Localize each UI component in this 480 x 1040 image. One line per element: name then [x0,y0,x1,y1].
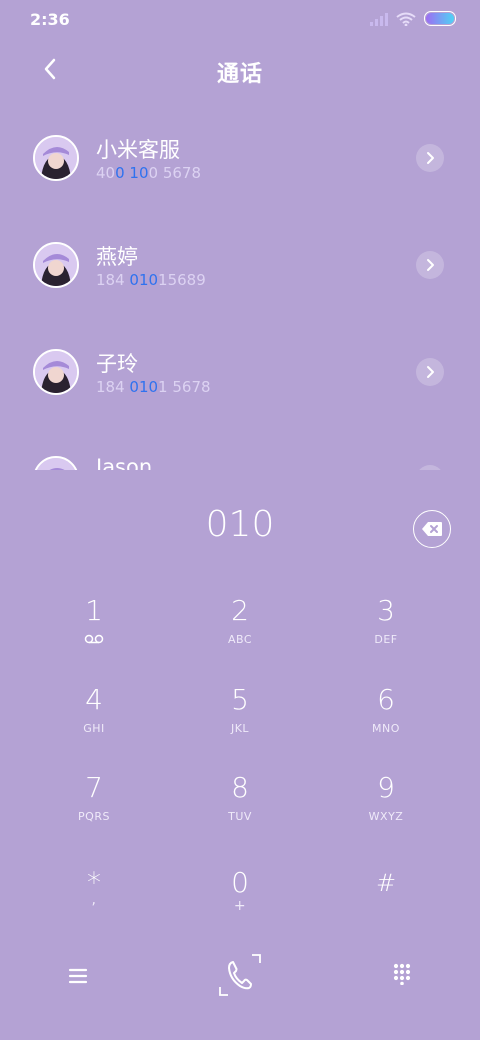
voicemail-icon [84,634,104,644]
status-bar: 2:36 [0,0,480,40]
key-8[interactable]: 8 TUV [180,771,300,851]
key-letters: JKL [230,722,250,735]
number-match: 010 [129,271,159,289]
wifi-icon [396,12,416,26]
key-letters: WXYZ [368,810,404,823]
key-4[interactable]: 4 GHI [34,683,154,763]
contact-list: 小米客服 400 100 5678 燕婷 184 01015689 子玲 184… [0,106,480,470]
key-digit: 7 [85,771,103,804]
dial-display: 010 [0,500,480,556]
key-6[interactable]: 6 MNO [326,683,446,763]
contact-name: Jason [96,455,153,470]
number-part: 1 5678 [158,378,211,396]
key-1[interactable]: 1 [34,594,154,674]
number-part: 0 5678 [148,164,202,182]
bottom-bar [0,944,480,1014]
key-letters: DEF [374,633,398,646]
menu-button[interactable] [64,962,92,990]
key-digit: 4 [85,683,103,716]
number-part: 40 [96,164,116,182]
key-letters: TUV [228,810,252,823]
contact-number: 184 01015689 [96,271,206,289]
contact-name: 燕婷 [96,245,138,269]
signal-icon [370,12,388,26]
contact-details-button[interactable] [416,358,444,386]
contact-details-button[interactable] [416,144,444,172]
key-letters: + [233,898,247,914]
contact-item[interactable]: 子玲 184 0101 5678 [0,320,480,427]
page-title: 通话 [216,62,263,87]
battery-icon [424,11,456,26]
key-letters: MNO [372,722,400,735]
call-button[interactable] [218,953,262,997]
key-hash[interactable]: # [326,866,446,946]
key-digit: # [375,869,397,897]
status-icons [370,11,456,26]
avatar [33,349,79,395]
contact-item[interactable]: 小米客服 400 100 5678 [0,106,480,213]
key-2[interactable]: 2 ABC [180,594,300,674]
key-5[interactable]: 5 JKL [180,683,300,763]
contact-number: 184 0101 5678 [96,378,211,396]
key-letters: PQRS [78,810,110,823]
contact-name: 子玲 [96,352,138,376]
contact-item[interactable]: 燕婷 184 01015689 [0,213,480,320]
dialpad-button[interactable] [388,960,416,988]
phone-call-icon [219,954,261,996]
key-digit: 2 [231,594,249,627]
contact-item[interactable]: Jason [0,427,480,470]
contact-details-button[interactable] [416,251,444,279]
avatar [33,135,79,181]
key-7[interactable]: 7 PQRS [34,771,154,851]
number-match: 0 [115,164,125,182]
number-part: 184 [96,271,130,289]
contact-details-button[interactable] [416,465,444,470]
dialed-number: 010 [205,504,275,545]
number-part: 184 [96,378,130,396]
avatar [33,242,79,288]
backspace-button[interactable] [413,510,451,548]
number-match: 010 [129,378,159,396]
key-digit: 9 [377,771,395,804]
key-3[interactable]: 3 DEF [326,594,446,674]
key-digit: 5 [231,683,249,716]
number-part: 15689 [158,271,206,289]
key-digit: 0 [231,866,249,899]
backspace-icon [422,522,442,536]
key-digit: 8 [231,771,249,804]
key-letters: , [91,892,97,908]
key-digit: 6 [377,683,395,716]
contact-name: 小米客服 [96,138,180,162]
key-digit: 3 [377,594,395,627]
dialpad-icon [393,963,411,985]
chevron-right-icon [427,259,434,271]
header: 通话 [0,40,480,100]
keypad: 1 2 ABC 3 DEF 4 GHI 5 JKL 6 MNO 7 PQRS 8… [0,586,480,936]
status-time: 2:36 [30,10,70,29]
key-letters: ABC [227,633,253,646]
key-star[interactable]: * , [34,866,154,946]
chevron-right-icon [427,366,434,378]
contact-number: 400 100 5678 [96,164,201,182]
avatar [33,456,79,470]
chevron-right-icon [427,152,434,164]
key-9[interactable]: 9 WXYZ [326,771,446,851]
key-digit: 1 [85,594,103,627]
key-0[interactable]: 0 + [180,866,300,946]
number-match: 10 [129,164,149,182]
key-letters: GHI [83,722,105,735]
menu-icon [68,968,88,984]
